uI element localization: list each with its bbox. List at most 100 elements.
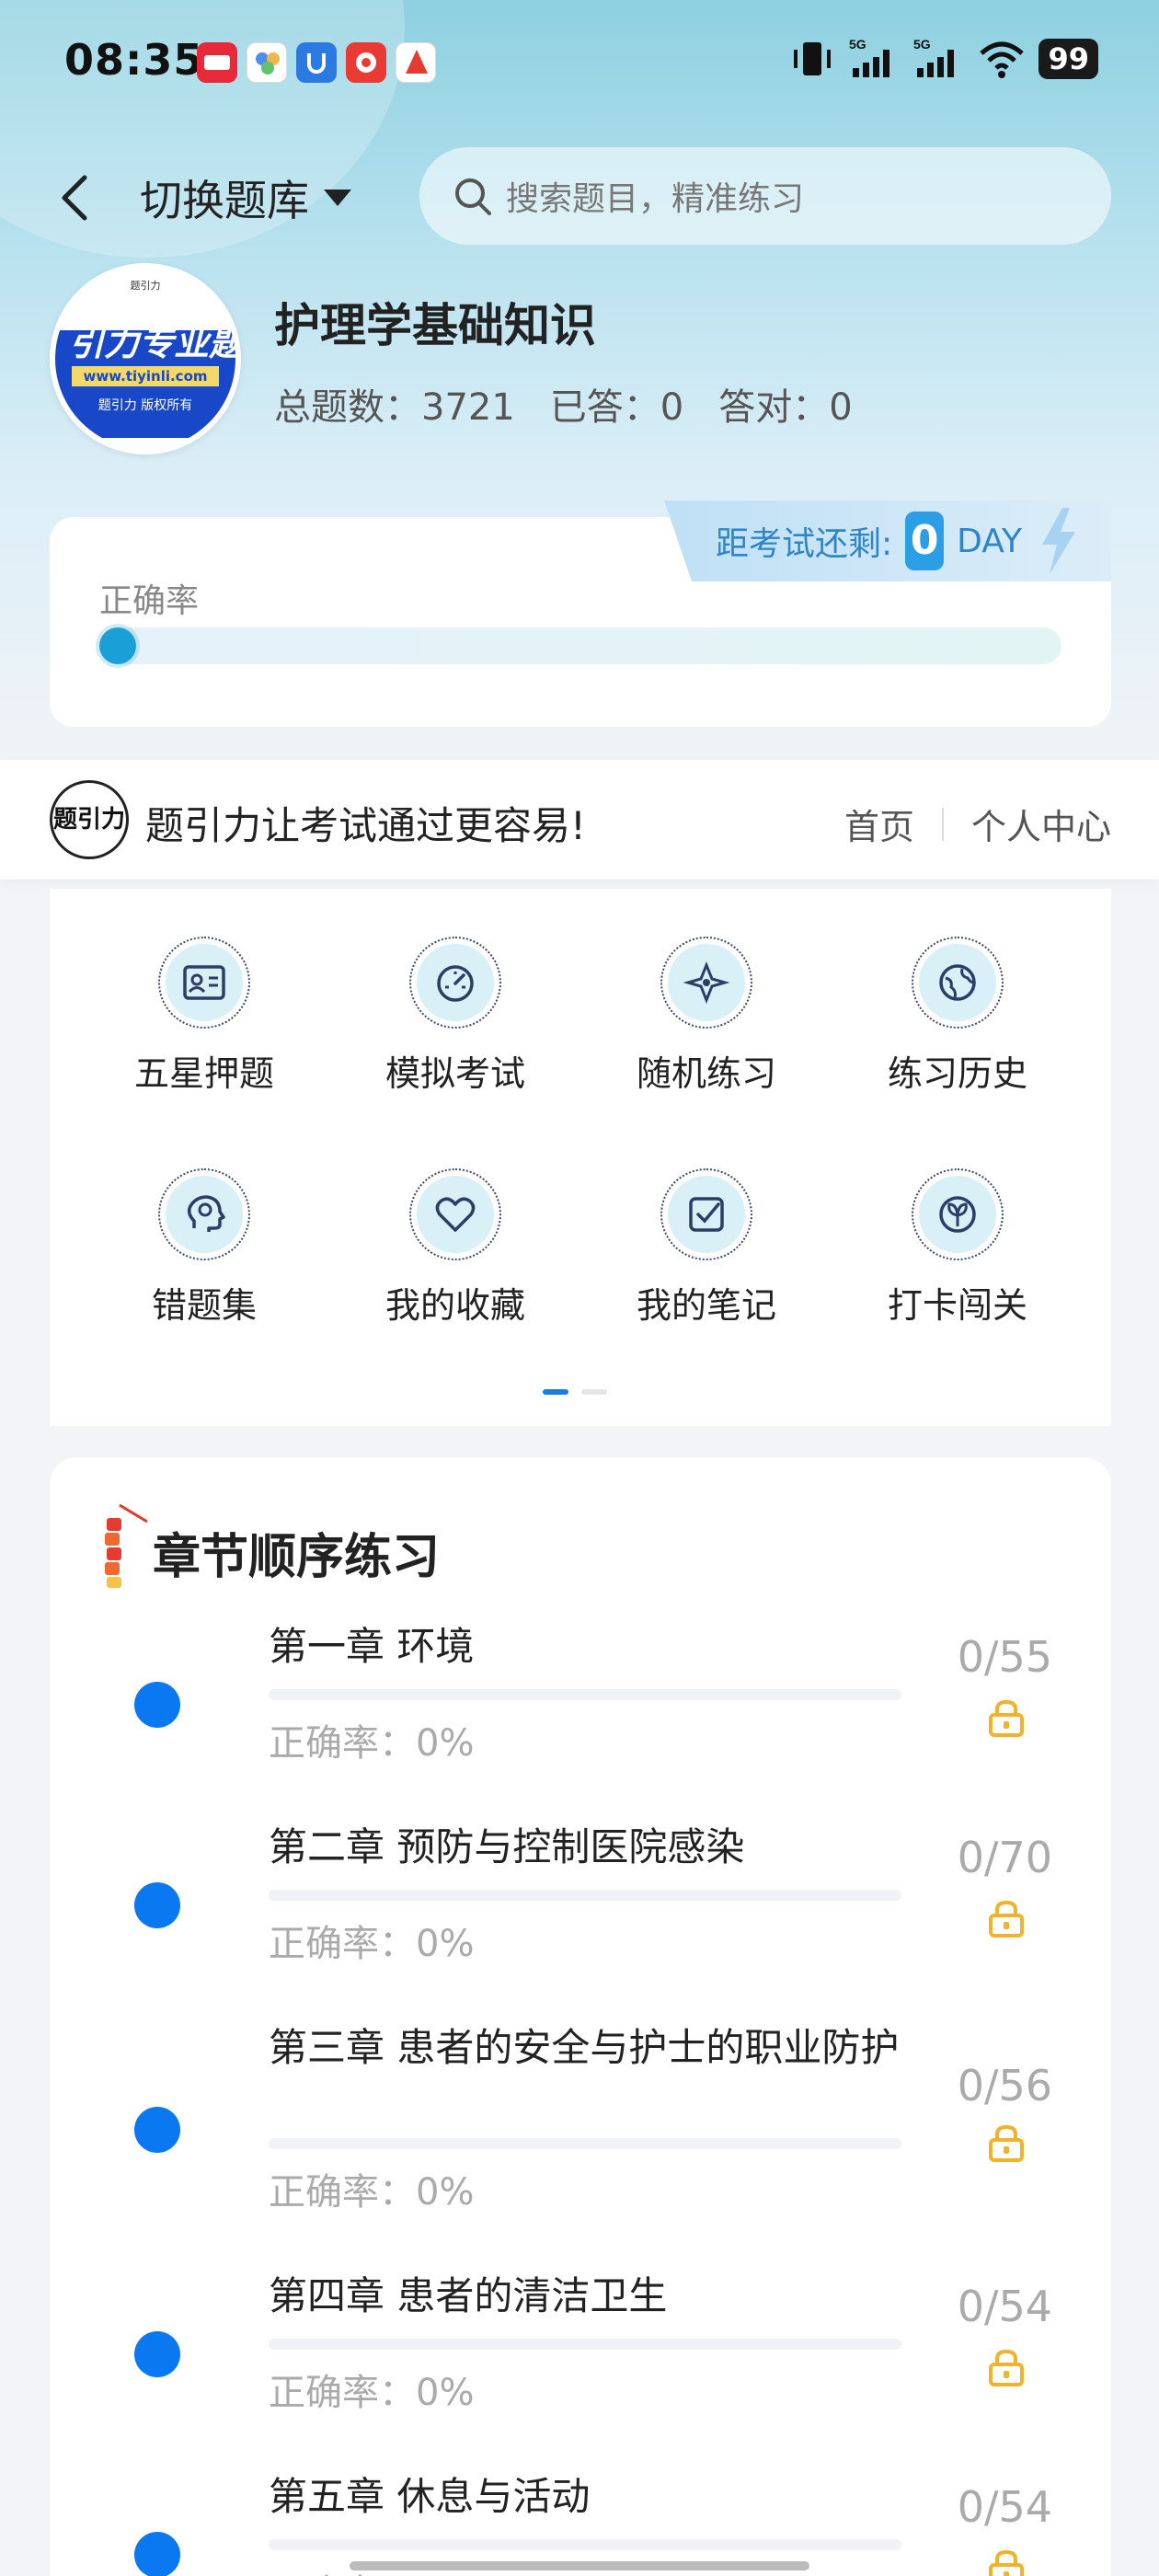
chapter-rate: 正确率：0% <box>269 1722 475 1765</box>
promo-bar: 题引力 题引力让考试通过更容易! 首页 个人中心 <box>0 760 1159 880</box>
switch-bank-label: 切换题库 <box>140 176 309 225</box>
feature-label: 我的笔记 <box>636 1285 776 1326</box>
chapter-rate: 正确率：0% <box>269 2171 475 2214</box>
nav-home-link[interactable]: 首页 <box>844 799 914 849</box>
nav-profile-link[interactable]: 个人中心 <box>971 799 1111 849</box>
bank-title: 护理学基础知识 <box>274 299 596 352</box>
chapter-rate: 正确率：0% <box>269 2372 475 2414</box>
status-bar: 08:35 5G 5G 99 <box>0 0 1159 120</box>
total-count: 总题数：3721 <box>274 386 515 429</box>
chapter-item[interactable]: 第二章 预防与控制医院感染 正确率：0% 0/70 <box>50 1823 1111 2007</box>
feature-mock-exam[interactable]: 模拟考试 <box>345 889 566 1094</box>
svg-text:5G: 5G <box>913 37 931 52</box>
search-placeholder: 搜索题目，精准练习 <box>506 180 805 218</box>
notification-icons <box>197 42 436 83</box>
head-icon <box>187 1195 225 1232</box>
feature-favorites[interactable]: 我的收藏 <box>345 1121 566 1326</box>
chapter-name: 第二章 预防与控制医院感染 <box>269 1824 745 1869</box>
app-notification-icon <box>197 42 237 83</box>
chapter-bullet <box>134 1882 180 1928</box>
chapter-progress-track <box>269 1890 901 1901</box>
countdown-prefix: 距考试还剩: <box>716 525 893 563</box>
lock-icon <box>989 1699 1024 1737</box>
chapter-count: 0/56 <box>957 2061 1052 2110</box>
feature-label: 我的收藏 <box>384 1285 525 1326</box>
app-notification-icon <box>346 42 386 83</box>
chevron-left-icon <box>62 175 87 221</box>
chapter-item[interactable]: 第四章 患者的清洁卫生 正确率：0% 0/54 <box>50 2272 1111 2456</box>
accuracy-progress-knob <box>99 627 136 664</box>
system-icons: 5G 5G 99 <box>788 37 1098 81</box>
chapter-progress-track <box>269 2539 901 2550</box>
back-button[interactable] <box>46 166 101 230</box>
chapter-bullet <box>134 2331 180 2377</box>
countdown-unit: DAY <box>957 522 1023 560</box>
switch-bank-button[interactable]: 切换题库 <box>140 167 353 228</box>
globe-icon <box>939 964 976 1001</box>
bank-logo: 题引力 引力专业题 www.tiyinli.com 题引力 版权所有 <box>50 263 241 454</box>
page-dot <box>581 1389 607 1395</box>
chapter-bullet <box>134 2107 180 2153</box>
status-time: 08:35 <box>64 35 204 85</box>
accuracy-card: 距考试还剩: 0 DAY 正确率 <box>50 500 1111 727</box>
chapter-count: 0/70 <box>957 1833 1052 1882</box>
feature-label: 随机练习 <box>636 1053 776 1094</box>
compass-icon <box>683 960 729 1005</box>
bank-stats: 总题数：3721 已答：0 答对：0 <box>274 377 853 431</box>
chapter-name: 第一章 环境 <box>269 1624 475 1669</box>
feature-five-star[interactable]: 五星押题 <box>94 889 315 1094</box>
lock-icon <box>989 1900 1024 1938</box>
chapter-item[interactable]: 第三章 患者的安全与护士的职业防护 正确率：0% 0/56 <box>50 2024 1111 2254</box>
search-input[interactable]: 搜索题目，精准练习 <box>419 147 1111 245</box>
svg-text:5G: 5G <box>849 37 866 52</box>
feature-label: 错题集 <box>151 1285 257 1326</box>
feature-wrong-set[interactable]: 错题集 <box>94 1121 315 1326</box>
lock-icon <box>989 2349 1024 2386</box>
feature-random-practice[interactable]: 随机练习 <box>596 889 817 1094</box>
chapter-progress-track <box>269 2138 901 2149</box>
feature-history[interactable]: 练习历史 <box>847 889 1068 1094</box>
lightning-icon <box>1042 508 1076 574</box>
id-card-icon <box>183 965 225 1000</box>
checkbox-note-icon <box>689 1197 724 1232</box>
home-indicator[interactable] <box>350 2561 809 2570</box>
chapter-name: 第三章 患者的安全与护士的职业防护 <box>269 2025 900 2070</box>
chapter-practice-card: 章节顺序练习 第一章 环境 正确率：0% 0/55 第二章 预防与控制医院感染 … <box>50 1457 1111 2576</box>
chapter-rate: 正确率：0% <box>269 1923 475 1965</box>
app-notification-icon <box>296 42 337 83</box>
wifi-icon <box>980 41 1025 78</box>
feature-label: 模拟考试 <box>384 1053 525 1094</box>
accuracy-label: 正确率 <box>99 582 200 620</box>
chapter-progress-track <box>269 1689 901 1700</box>
promo-nav: 首页 个人中心 <box>844 799 1111 849</box>
chapter-progress-track <box>269 2339 901 2350</box>
feature-checkin[interactable]: 打卡闯关 <box>847 1121 1068 1326</box>
firecracker-icon <box>105 1503 148 1588</box>
page-indicator <box>543 1389 607 1395</box>
app-notification-icon <box>247 42 287 83</box>
correct-count: 答对：0 <box>718 386 853 429</box>
battery-indicator: 99 <box>1039 39 1098 79</box>
gauge-icon <box>437 965 474 1002</box>
exam-countdown: 距考试还剩: 0 DAY <box>664 500 1111 581</box>
chapter-name: 第五章 休息与活动 <box>269 2474 591 2519</box>
signal-icon: 5G <box>849 37 890 77</box>
feature-label: 练习历史 <box>887 1053 1027 1094</box>
vibrate-icon <box>794 42 832 75</box>
chapter-count: 0/54 <box>957 2282 1052 2331</box>
feature-label: 打卡闯关 <box>887 1285 1027 1326</box>
chapter-item[interactable]: 第一章 环境 正确率：0% 0/55 <box>50 1623 1111 1807</box>
answered-count: 已答：0 <box>549 386 684 429</box>
heart-icon <box>435 1197 476 1232</box>
chapter-bullet <box>134 2532 180 2576</box>
feature-notes[interactable]: 我的笔记 <box>596 1121 817 1326</box>
search-icon <box>455 178 491 215</box>
chapter-bullet <box>134 1682 180 1728</box>
promo-logo: 题引力 <box>50 780 129 859</box>
chapter-name: 第四章 患者的清洁卫生 <box>269 2273 668 2318</box>
accuracy-progress-bar <box>99 627 1061 664</box>
feature-label: 五星押题 <box>133 1053 274 1094</box>
chapter-section-title: 章节顺序练习 <box>153 1530 441 1585</box>
feature-grid: 五星押题 模拟考试 随机练习 练习历史 错题集 我的收藏 我的笔记 打卡闯关 <box>50 889 1111 1426</box>
page-dot-active <box>543 1389 568 1395</box>
